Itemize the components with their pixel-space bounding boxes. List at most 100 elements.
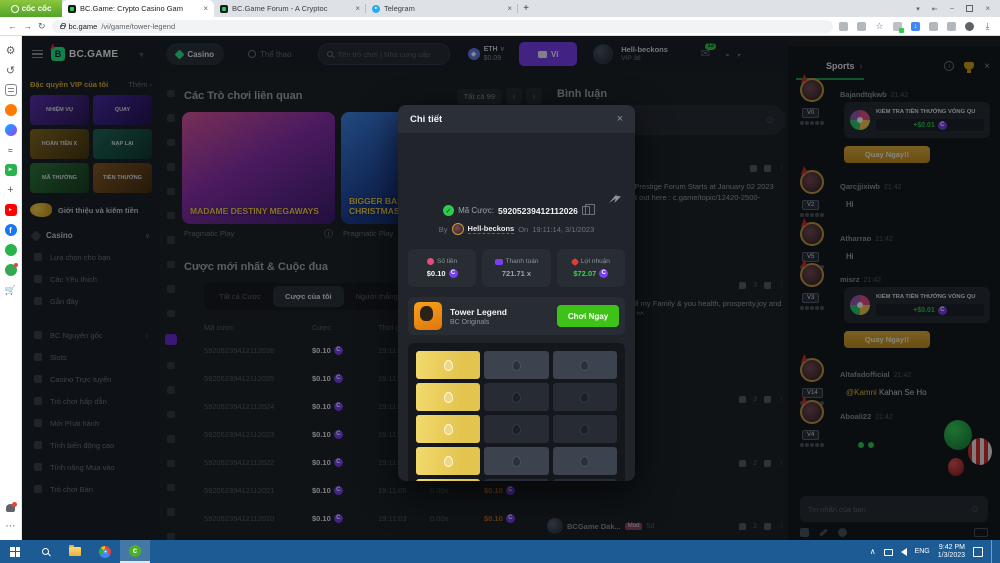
category-icon[interactable] bbox=[167, 212, 175, 219]
category-icon[interactable] bbox=[167, 114, 175, 121]
profile-avatar-icon[interactable] bbox=[965, 22, 974, 31]
more-icon[interactable] bbox=[5, 520, 17, 532]
sidebar-item[interactable]: Gần đây bbox=[30, 290, 152, 312]
hot-icon[interactable] bbox=[5, 104, 17, 116]
chat-close-icon[interactable]: × bbox=[984, 61, 990, 72]
tower-tile[interactable] bbox=[553, 415, 617, 443]
category-icon[interactable] bbox=[167, 460, 175, 467]
rules-pen-icon[interactable] bbox=[819, 528, 828, 536]
tower-tile[interactable] bbox=[416, 479, 480, 481]
currency-selector[interactable]: ◆ ETH ∨ $0.09 bbox=[468, 45, 506, 63]
tower-tile[interactable] bbox=[553, 383, 617, 411]
tab-close-icon[interactable]: × bbox=[507, 5, 512, 13]
category-icon[interactable] bbox=[167, 484, 175, 491]
chat-avatar[interactable] bbox=[800, 400, 824, 424]
modal-close-icon[interactable]: × bbox=[617, 113, 623, 125]
back-button[interactable]: ← bbox=[8, 21, 17, 31]
keyboard-icon[interactable] bbox=[974, 528, 988, 537]
reload-button[interactable]: ↻ bbox=[38, 21, 46, 32]
like-icon[interactable] bbox=[739, 460, 746, 467]
save-page-icon[interactable] bbox=[839, 22, 848, 31]
search-input[interactable] bbox=[338, 50, 441, 59]
gift-icon[interactable] bbox=[838, 528, 847, 537]
share-icon[interactable] bbox=[857, 22, 866, 31]
download-extension-icon[interactable]: ↓ bbox=[911, 22, 920, 31]
bell-icon[interactable] bbox=[6, 504, 15, 512]
pin-icon[interactable] bbox=[139, 50, 146, 57]
adblock-extension-icon[interactable] bbox=[893, 22, 902, 31]
sidebar-item[interactable]: BC Nguyên gốc› bbox=[30, 324, 152, 346]
vip-card[interactable]: HOÀN TIỀN X bbox=[30, 129, 89, 159]
tower-tile[interactable] bbox=[553, 479, 617, 481]
lucky-spin-card[interactable]: KIỂM TRA TIỀN THƯỞNG VÒNG QU+$0.01C bbox=[844, 102, 990, 138]
category-icon[interactable] bbox=[167, 285, 175, 292]
browser-tab[interactable]: BC.Game Forum - A Cryptoc× bbox=[214, 0, 366, 17]
carousel-prev-button[interactable]: ‹ bbox=[506, 88, 522, 104]
chat-username[interactable]: misrz21:42 bbox=[840, 275, 881, 284]
like-icon[interactable] bbox=[750, 165, 757, 172]
volume-icon[interactable] bbox=[901, 548, 907, 556]
wallet-button[interactable]: Ví bbox=[519, 42, 577, 66]
dislike-icon[interactable] bbox=[764, 523, 771, 530]
tower-tile[interactable] bbox=[484, 383, 548, 411]
minimize-button[interactable]: − bbox=[950, 4, 955, 13]
chrome-icon[interactable] bbox=[90, 540, 120, 563]
chat-avatar[interactable] bbox=[800, 358, 824, 382]
more-dots-icon[interactable]: ⋮ bbox=[778, 395, 785, 403]
more-dots-icon[interactable]: ⋮ bbox=[778, 459, 785, 467]
tab-close-icon[interactable]: × bbox=[203, 5, 208, 13]
player-name[interactable]: Hell-beckons bbox=[468, 224, 515, 234]
dislike-icon[interactable] bbox=[764, 282, 771, 289]
chat-avatar[interactable] bbox=[800, 222, 824, 246]
emoji-icon[interactable]: ☺ bbox=[970, 504, 980, 515]
sidebar-toggle-icon[interactable]: ⇤ bbox=[932, 5, 938, 13]
category-icon[interactable] bbox=[167, 261, 175, 268]
wave-icon[interactable] bbox=[5, 144, 17, 156]
vip-card[interactable]: NHIỆM VỤ bbox=[30, 95, 89, 125]
forward-button[interactable]: → bbox=[23, 21, 32, 31]
tower-tile[interactable] bbox=[484, 479, 548, 481]
chat-message-input[interactable] bbox=[808, 505, 970, 514]
vip-card[interactable]: TIỀN THƯỞNG bbox=[93, 163, 152, 193]
bet-tab[interactable]: Tất cả Cược bbox=[207, 286, 273, 307]
like-icon[interactable] bbox=[739, 523, 746, 530]
show-desktop-button[interactable] bbox=[991, 540, 994, 563]
category-icon[interactable] bbox=[167, 362, 175, 369]
chat-tab-sports[interactable]: Sports bbox=[798, 61, 855, 71]
maximize-button[interactable] bbox=[966, 5, 973, 12]
youtube-icon[interactable] bbox=[5, 204, 17, 216]
bookmark-star-icon[interactable]: ☆ bbox=[875, 22, 884, 31]
new-tab-button[interactable]: + bbox=[518, 0, 534, 17]
copy-icon[interactable] bbox=[582, 206, 590, 215]
messenger-icon[interactable] bbox=[5, 124, 17, 136]
sidebar-item[interactable]: Trò chơi hấp dẫn bbox=[30, 390, 152, 412]
game-card-madame-destiny[interactable]: MADAME DESTINY MEGAWAYS bbox=[182, 112, 335, 224]
category-icon[interactable] bbox=[167, 435, 175, 442]
mention[interactable]: @Kamni bbox=[846, 388, 877, 397]
chat-avatar[interactable] bbox=[800, 263, 824, 287]
cart-icon[interactable] bbox=[5, 284, 17, 296]
tab-close-icon[interactable]: × bbox=[355, 5, 360, 13]
vip-card[interactable]: MÃ THƯỞNG bbox=[30, 163, 89, 193]
sidebar-item[interactable]: Trò chơi Bàn bbox=[30, 478, 152, 500]
category-icon[interactable] bbox=[167, 163, 175, 170]
sidebar-item[interactable]: Tính biến động cao bbox=[30, 434, 152, 456]
game-search[interactable] bbox=[318, 43, 450, 65]
tower-tile[interactable] bbox=[416, 351, 480, 379]
start-button[interactable] bbox=[0, 540, 30, 563]
chat-avatar[interactable] bbox=[800, 170, 824, 194]
spin-now-button[interactable]: Quay Ngay!! bbox=[844, 331, 930, 348]
more-dots-icon[interactable]: ⋮ bbox=[778, 281, 785, 289]
dislike-icon[interactable] bbox=[764, 396, 771, 403]
tower-tile[interactable] bbox=[484, 351, 548, 379]
play-now-button[interactable]: Chơi Ngay bbox=[557, 305, 619, 327]
vip-card[interactable]: NẠP LẠI bbox=[93, 129, 152, 159]
tower-tile[interactable] bbox=[484, 415, 548, 443]
nav-casino[interactable]: Casino bbox=[166, 43, 224, 65]
bet-tab[interactable]: Cược của tôi bbox=[273, 286, 344, 307]
history-icon[interactable] bbox=[5, 64, 17, 76]
like-icon[interactable] bbox=[739, 282, 746, 289]
sidebar-item[interactable]: Casino Trực tuyến bbox=[30, 368, 152, 390]
chat-username[interactable]: Qarcjjixiwb21:42 bbox=[840, 182, 902, 191]
mail-icon[interactable]: ✉12 bbox=[701, 49, 710, 59]
